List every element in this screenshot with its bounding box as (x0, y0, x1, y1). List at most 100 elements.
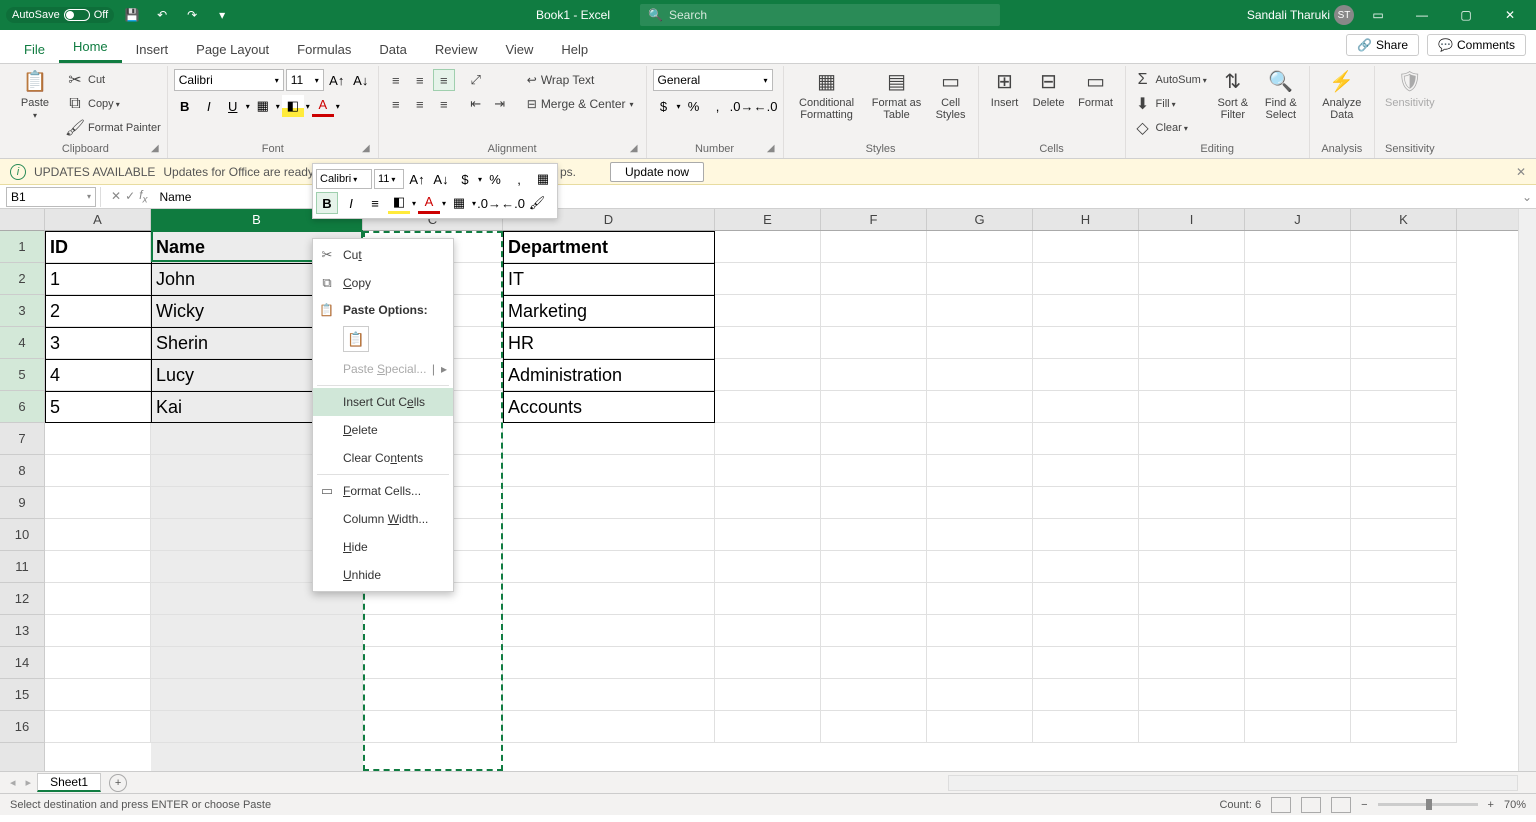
normal-view-icon[interactable] (1271, 797, 1291, 813)
cell[interactable] (715, 295, 821, 327)
cell[interactable]: IT (503, 263, 715, 295)
font-size-combo[interactable]: 11▾ (286, 69, 324, 91)
cell[interactable] (715, 455, 821, 487)
cell[interactable] (715, 263, 821, 295)
copy-button[interactable]: ⧉Copy ▾ (64, 93, 161, 115)
horizontal-scrollbar[interactable] (948, 775, 1518, 791)
cell[interactable] (45, 519, 151, 551)
cell[interactable] (1033, 647, 1139, 679)
cell[interactable] (1245, 455, 1351, 487)
align-bottom-icon[interactable]: ≡ (433, 69, 455, 91)
cell[interactable] (363, 679, 503, 711)
tab-review[interactable]: Review (421, 36, 492, 63)
cell[interactable] (821, 455, 927, 487)
tab-help[interactable]: Help (547, 36, 602, 63)
cancel-formula-icon[interactable]: ✕ (111, 189, 121, 203)
column-header[interactable]: H (1033, 209, 1139, 230)
sort-filter-button[interactable]: ⇅Sort & Filter (1211, 69, 1255, 121)
undo-icon[interactable]: ↶ (150, 3, 174, 27)
ctx-hide[interactable]: Hide (313, 533, 453, 561)
align-left-icon[interactable]: ≡ (385, 93, 407, 115)
cell[interactable] (927, 711, 1033, 743)
row-header[interactable]: 11 (0, 551, 44, 583)
font-color-button[interactable]: A (312, 95, 334, 117)
cell[interactable] (503, 615, 715, 647)
cell[interactable] (45, 423, 151, 455)
cell[interactable] (1139, 423, 1245, 455)
dialog-launcher-icon[interactable]: ◢ (151, 142, 159, 156)
cell[interactable] (1245, 711, 1351, 743)
row-header[interactable]: 7 (0, 423, 44, 455)
clear-button[interactable]: ◇Clear ▾ (1132, 117, 1207, 139)
cell[interactable] (363, 647, 503, 679)
mini-bold-button[interactable]: B (316, 192, 338, 214)
ctx-column-width[interactable]: Column Width... (313, 505, 453, 533)
cell[interactable] (927, 519, 1033, 551)
cell[interactable] (45, 551, 151, 583)
font-name-combo[interactable]: Calibri▾ (174, 69, 284, 91)
minimize-icon[interactable]: — (1402, 0, 1442, 30)
number-format-combo[interactable]: General▾ (653, 69, 773, 91)
decrease-decimal-icon[interactable]: ←.0 (755, 95, 777, 117)
row-header[interactable]: 4 (0, 327, 44, 359)
cell[interactable] (821, 519, 927, 551)
column-header[interactable]: E (715, 209, 821, 230)
analyze-data-button[interactable]: ⚡Analyze Data (1316, 69, 1368, 121)
fill-color-button[interactable]: ◧ (282, 95, 304, 117)
cell[interactable] (1245, 551, 1351, 583)
row-header[interactable]: 8 (0, 455, 44, 487)
format-as-table-button[interactable]: ▤Format as Table (868, 69, 926, 121)
row-header[interactable]: 1 (0, 231, 44, 263)
cell[interactable] (821, 551, 927, 583)
cell[interactable] (1033, 615, 1139, 647)
cell[interactable] (45, 647, 151, 679)
mini-table-icon[interactable]: ▦ (532, 168, 554, 190)
cell[interactable] (1139, 359, 1245, 391)
cell[interactable] (927, 647, 1033, 679)
cell[interactable] (1351, 455, 1457, 487)
zoom-level[interactable]: 70% (1504, 799, 1526, 811)
cell[interactable] (715, 679, 821, 711)
cell[interactable] (1033, 679, 1139, 711)
cell[interactable] (1351, 679, 1457, 711)
cell[interactable] (821, 295, 927, 327)
cell[interactable] (1139, 583, 1245, 615)
expand-formula-icon[interactable]: ⌄ (1518, 190, 1536, 204)
cell[interactable] (821, 423, 927, 455)
cell[interactable] (1245, 423, 1351, 455)
cell[interactable] (927, 487, 1033, 519)
column-header[interactable]: I (1139, 209, 1245, 230)
increase-font-icon[interactable]: A↑ (326, 69, 348, 91)
cell[interactable] (1245, 359, 1351, 391)
cell[interactable] (1033, 391, 1139, 423)
mini-size-combo[interactable]: 11▾ (374, 169, 404, 189)
cell[interactable] (1351, 423, 1457, 455)
cell[interactable]: 4 (45, 359, 151, 391)
cell[interactable] (1139, 295, 1245, 327)
ctx-unhide[interactable]: Unhide (313, 561, 453, 589)
fx-icon[interactable]: fx (139, 188, 147, 205)
cell[interactable] (1245, 519, 1351, 551)
ribbon-display-icon[interactable]: ▭ (1358, 0, 1398, 30)
cell[interactable] (715, 519, 821, 551)
row-header[interactable]: 10 (0, 519, 44, 551)
cell[interactable] (715, 423, 821, 455)
cell[interactable] (1139, 487, 1245, 519)
cell[interactable] (1351, 583, 1457, 615)
cell[interactable]: 1 (45, 263, 151, 295)
cell[interactable] (151, 711, 363, 743)
mini-comma-icon[interactable]: , (508, 168, 530, 190)
save-icon[interactable]: 💾 (120, 3, 144, 27)
comma-icon[interactable]: , (707, 95, 729, 117)
cell[interactable] (1033, 423, 1139, 455)
spreadsheet-grid[interactable]: ABCDEFGHIJK 12345678910111213141516 IDNa… (0, 209, 1536, 771)
orientation-icon[interactable]: ⤢ (465, 69, 487, 91)
cell[interactable] (503, 455, 715, 487)
zoom-out-icon[interactable]: − (1361, 799, 1367, 811)
align-middle-icon[interactable]: ≡ (409, 69, 431, 91)
cell[interactable] (1351, 647, 1457, 679)
ctx-delete[interactable]: Delete (313, 416, 453, 444)
cell[interactable] (503, 519, 715, 551)
user-avatar[interactable]: ST (1334, 5, 1354, 25)
cell[interactable] (1245, 231, 1351, 263)
